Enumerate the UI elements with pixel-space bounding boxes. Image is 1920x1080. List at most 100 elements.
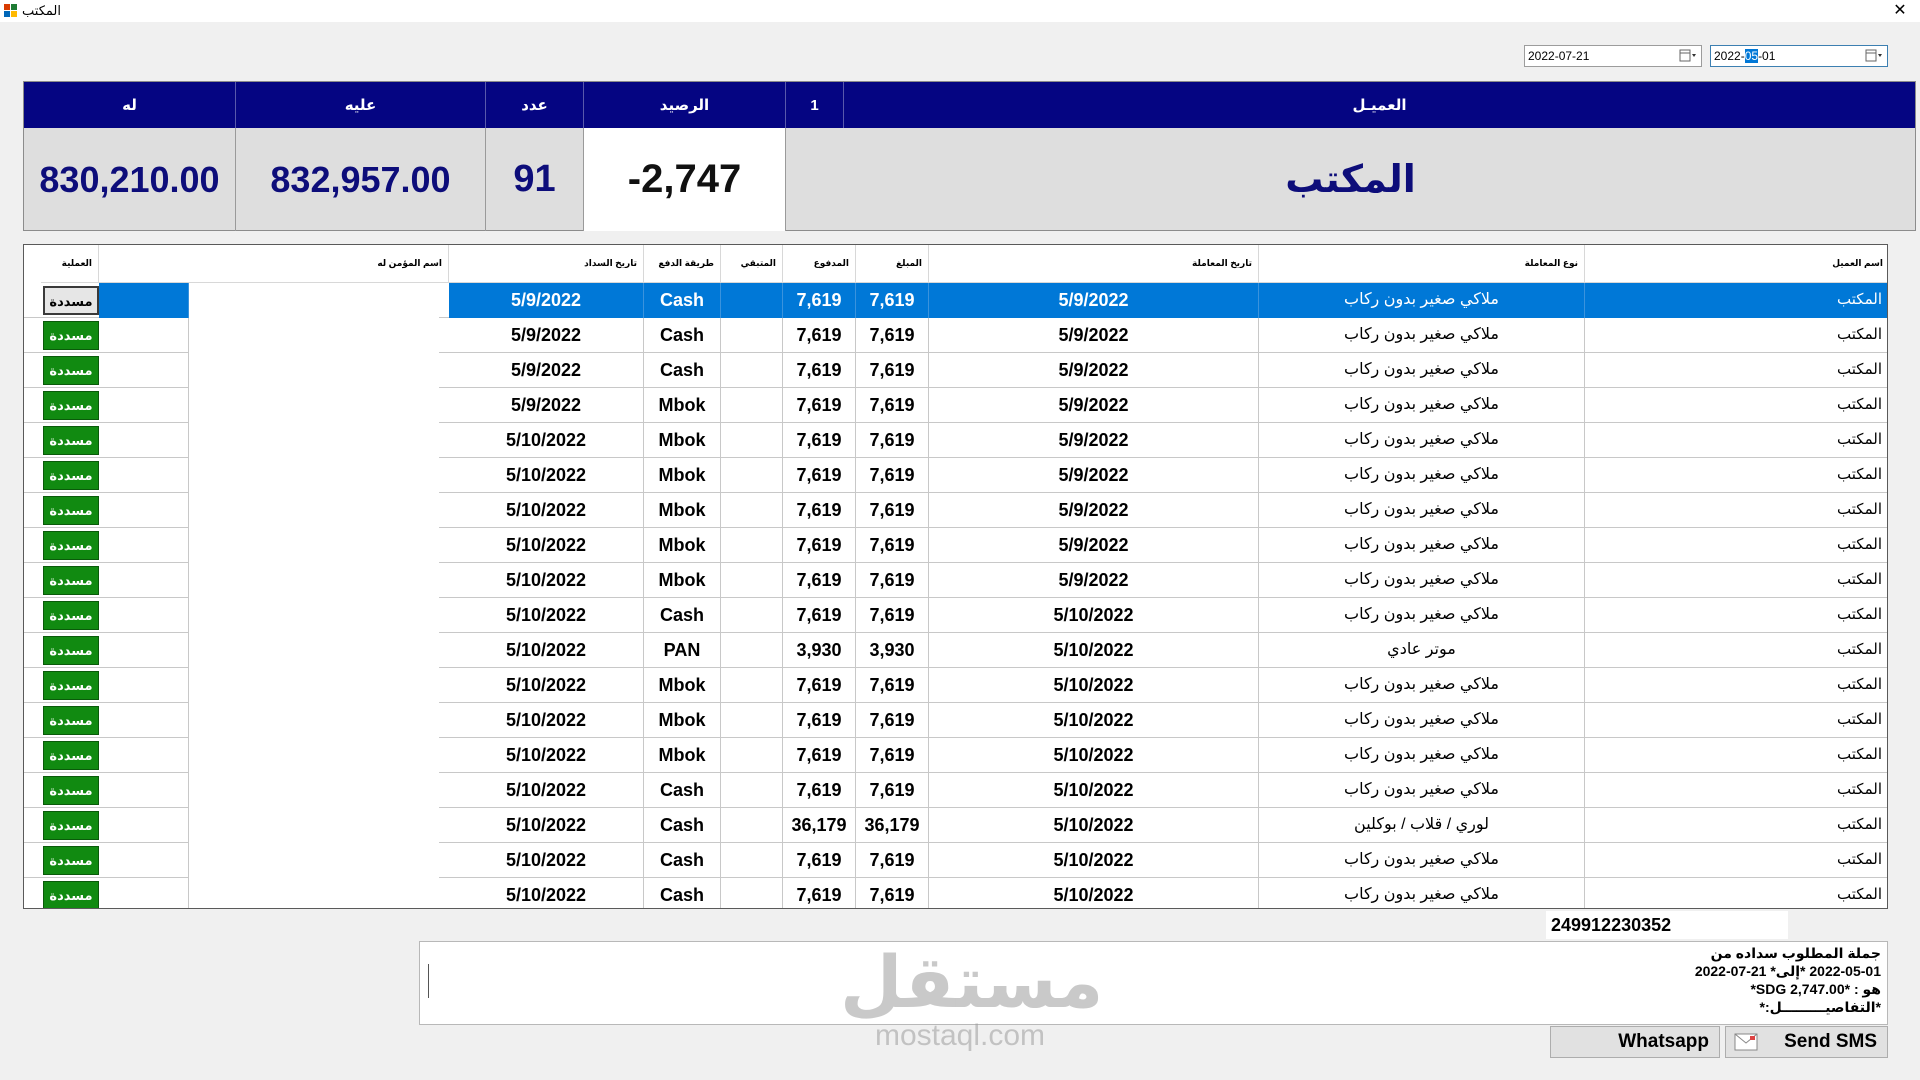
customer-cell[interactable]: المكتب [1585,738,1887,773]
remaining-cell[interactable] [721,458,783,493]
pay-date-cell[interactable]: 5/10/2022 [449,738,644,773]
amount-cell[interactable]: 7,619 [856,388,929,423]
customer-cell[interactable]: المكتب [1585,493,1887,528]
paid-status-button[interactable]: مسددة [43,776,99,805]
customer-cell[interactable]: المكتب [1585,528,1887,563]
paid-cell[interactable]: 7,619 [783,423,856,458]
txn-date-cell[interactable]: 5/10/2022 [929,738,1259,773]
amount-cell[interactable]: 7,619 [856,598,929,633]
remaining-cell[interactable] [721,598,783,633]
remaining-cell[interactable] [721,318,783,353]
customer-cell[interactable]: المكتب [1585,318,1887,353]
table-row[interactable]: 5/10/2022 Mbok 7,619 7,619 5/9/2022 ملاكي صغي… [24,563,1887,598]
customer-cell[interactable]: المكتب [1585,808,1887,843]
table-row[interactable]: 5/10/2022 Mbok 7,619 7,619 5/9/2022 ملاكي صغي… [24,423,1887,458]
amount-cell[interactable]: 7,619 [856,493,929,528]
insured-cell[interactable] [99,668,189,703]
paid-cell[interactable]: 7,619 [783,458,856,493]
amount-cell[interactable]: 7,619 [856,283,929,318]
customer-cell[interactable]: المكتب [1585,563,1887,598]
type-cell[interactable]: ملاكي صغير بدون ركاب [1259,773,1585,808]
customer-cell[interactable]: المكتب [1585,283,1887,318]
table-row[interactable]: 5/10/2022 Cash 7,619 7,619 5/10/2022 ملاكي صغ… [24,773,1887,808]
txn-date-cell[interactable]: 5/9/2022 [929,563,1259,598]
paid-status-button[interactable]: مسددة [43,846,99,875]
paid-cell[interactable]: 7,619 [783,738,856,773]
method-cell[interactable]: Mbok [644,493,721,528]
paid-status-button[interactable]: مسددة [43,461,99,490]
paid-status-button[interactable]: مسددة [43,356,99,385]
remaining-cell[interactable] [721,808,783,843]
pay-date-cell[interactable]: 5/10/2022 [449,773,644,808]
paid-status-button[interactable]: مسددة [43,496,99,525]
customer-cell[interactable]: المكتب [1585,423,1887,458]
method-cell[interactable]: Mbok [644,388,721,423]
type-cell[interactable]: ملاكي صغير بدون ركاب [1259,598,1585,633]
method-cell[interactable]: Cash [644,598,721,633]
table-row[interactable]: 5/10/2022 Mbok 7,619 7,619 5/9/2022 ملاكي صغي… [24,493,1887,528]
amount-cell[interactable]: 3,930 [856,633,929,668]
insured-cell[interactable] [99,843,189,878]
remaining-cell[interactable] [721,353,783,388]
paid-cell[interactable]: 7,619 [783,598,856,633]
txn-date-cell[interactable]: 5/9/2022 [929,528,1259,563]
method-cell[interactable]: Mbok [644,458,721,493]
table-row[interactable]: 5/10/2022 Cash 7,619 7,619 5/10/2022 ملاكي صغ… [24,598,1887,633]
column-header-txn-date[interactable]: تاريخ المعاملة [929,245,1259,283]
pay-date-cell[interactable]: 5/10/2022 [449,458,644,493]
column-header-paid[interactable]: المدفوع [783,245,856,283]
type-cell[interactable]: ملاكي صغير بدون ركاب [1259,423,1585,458]
insured-cell[interactable] [99,283,189,318]
txn-date-cell[interactable]: 5/9/2022 [929,458,1259,493]
amount-cell[interactable]: 7,619 [856,458,929,493]
paid-cell[interactable]: 7,619 [783,353,856,388]
customer-cell[interactable]: المكتب [1585,843,1887,878]
type-cell[interactable]: ملاكي صغير بدون ركاب [1259,563,1585,598]
date-from-picker[interactable]: 2022-05-01 [1710,45,1888,67]
insured-cell[interactable] [99,528,189,563]
type-cell[interactable]: ملاكي صغير بدون ركاب [1259,458,1585,493]
paid-status-button[interactable]: مسددة [43,321,99,350]
paid-cell[interactable]: 7,619 [783,388,856,423]
pay-date-cell[interactable]: 5/9/2022 [449,318,644,353]
table-row[interactable]: 5/9/2022 Cash 7,619 7,619 5/9/2022 ملاكي صغير… [24,283,1887,318]
insured-cell[interactable] [99,493,189,528]
txn-date-cell[interactable]: 5/10/2022 [929,668,1259,703]
pay-date-cell[interactable]: 5/10/2022 [449,493,644,528]
remaining-cell[interactable] [721,773,783,808]
customer-cell[interactable]: المكتب [1585,353,1887,388]
method-cell[interactable]: Cash [644,318,721,353]
type-cell[interactable]: ملاكي صغير بدون ركاب [1259,668,1585,703]
amount-cell[interactable]: 7,619 [856,353,929,388]
amount-cell[interactable]: 7,619 [856,738,929,773]
paid-status-button[interactable]: مسددة [43,671,99,700]
insured-cell[interactable] [99,423,189,458]
close-icon[interactable]: ✕ [1890,0,1910,20]
column-header-amount[interactable]: المبلغ [856,245,929,283]
txn-date-cell[interactable]: 5/9/2022 [929,283,1259,318]
paid-cell[interactable]: 7,619 [783,703,856,738]
amount-cell[interactable]: 7,619 [856,423,929,458]
column-header-method[interactable]: طريقة الدفع [644,245,721,283]
method-cell[interactable]: Cash [644,808,721,843]
pay-date-cell[interactable]: 5/10/2022 [449,563,644,598]
method-cell[interactable]: Mbok [644,563,721,598]
customer-cell[interactable]: المكتب [1585,703,1887,738]
table-row[interactable]: 5/10/2022 Mbok 7,619 7,619 5/10/2022 ملاكي صغ… [24,738,1887,773]
remaining-cell[interactable] [721,283,783,318]
remaining-cell[interactable] [721,843,783,878]
remaining-cell[interactable] [721,878,783,908]
column-header-remaining[interactable]: المتبقي [721,245,783,283]
transactions-grid[interactable]: العملية اسم المؤمن له تاريخ السداد طريقة… [23,244,1888,909]
customer-cell[interactable]: المكتب [1585,388,1887,423]
paid-status-button[interactable]: مسددة [43,881,99,908]
type-cell[interactable]: موتر عادي [1259,633,1585,668]
amount-cell[interactable]: 7,619 [856,318,929,353]
insured-cell[interactable] [99,388,189,423]
txn-date-cell[interactable]: 5/9/2022 [929,388,1259,423]
customer-cell[interactable]: المكتب [1585,668,1887,703]
insured-cell[interactable] [99,808,189,843]
remaining-cell[interactable] [721,563,783,598]
method-cell[interactable]: Mbok [644,528,721,563]
pay-date-cell[interactable]: 5/9/2022 [449,353,644,388]
